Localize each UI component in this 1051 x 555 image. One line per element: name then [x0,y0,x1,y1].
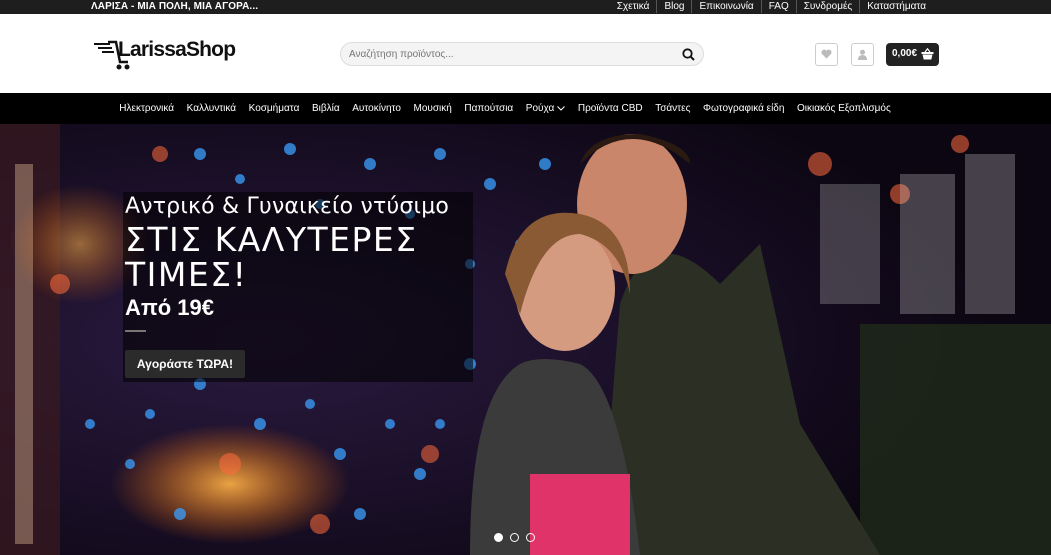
top-link-stores[interactable]: Καταστήματα [859,0,933,13]
hero-subtitle: Αντρικό & Γυναικείο ντύσιμο [125,194,450,219]
hero-slider[interactable]: Αντρικό & Γυναικείο ντύσιμο ΣΤΙΣ ΚΑΛΥΤΕΡ… [0,124,1051,555]
account-button[interactable] [851,43,874,66]
cart-button[interactable]: 0,00€ [886,43,939,66]
search-input[interactable] [349,46,669,63]
main-navigation: Ηλεκτρονικά Καλλυντικά Κοσμήματα Βιβλία … [0,93,1051,124]
nav-item-books[interactable]: Βιβλία [306,103,346,114]
slider-dot-2[interactable] [510,533,519,542]
slider-dots [494,533,535,542]
nav-item-cbd[interactable]: Προϊόντα CBD [572,103,649,114]
hero-price: Από 19€ [125,295,214,320]
nav-item-music[interactable]: Μουσική [407,103,458,114]
nav-item-jewelry[interactable]: Κοσμήματα [242,103,305,114]
nav-item-shoes[interactable]: Παπούτσια [458,103,519,114]
nav-item-electronics[interactable]: Ηλεκτρονικά [113,103,180,114]
user-icon [858,49,867,60]
chevron-down-icon [557,106,566,111]
nav-item-car[interactable]: Αυτοκίνητο [346,103,407,114]
top-link-contact[interactable]: Επικοινωνία [691,0,760,13]
site-header: LarissaShop 0,00€ [0,14,1051,93]
search-bar [340,42,704,66]
shop-now-button[interactable]: Αγοράστε ΤΩΡΑ! [125,350,245,378]
nav-item-photography[interactable]: Φωτογραφικά είδη [697,103,791,114]
top-bar: ΛΑΡΙΣΑ - ΜΙΑ ΠΟΛΗ, ΜΙΑ ΑΓΟΡΑ... Σχετικά … [0,0,1051,14]
site-tagline: ΛΑΡΙΣΑ - ΜΙΑ ΠΟΛΗ, ΜΙΑ ΑΓΟΡΑ... [91,1,259,12]
hero-divider [125,330,146,332]
slider-dot-3[interactable] [526,533,535,542]
slider-dot-1[interactable] [494,533,503,542]
logo-text[interactable]: LarissaShop [118,38,236,62]
top-link-subscriptions[interactable]: Συνδρομές [795,0,860,13]
nav-item-clothing[interactable]: Ρούχα [520,103,572,114]
wishlist-button[interactable] [815,43,838,66]
nav-item-clothing-label: Ρούχα [525,103,555,114]
top-link-faq[interactable]: FAQ [760,0,796,13]
nav-item-cosmetics[interactable]: Καλλυντικά [180,103,242,114]
search-icon[interactable] [682,48,695,61]
nav-item-bags[interactable]: Τσάντες [649,103,697,114]
heart-icon [821,49,832,59]
basket-icon [921,48,934,60]
top-link-about[interactable]: Σχετικά [610,0,657,13]
hero-title: ΣΤΙΣ ΚΑΛΥΤΕΡΕΣ ΤΙΜΕΣ! [125,220,418,294]
top-link-blog[interactable]: Blog [656,0,691,13]
cart-total: 0,00€ [892,48,918,59]
top-links: Σχετικά Blog Επικοινωνία FAQ Συνδρομές Κ… [610,0,933,13]
nav-item-home-equipment[interactable]: Οικιακός Εξοπλισμός [791,103,897,114]
